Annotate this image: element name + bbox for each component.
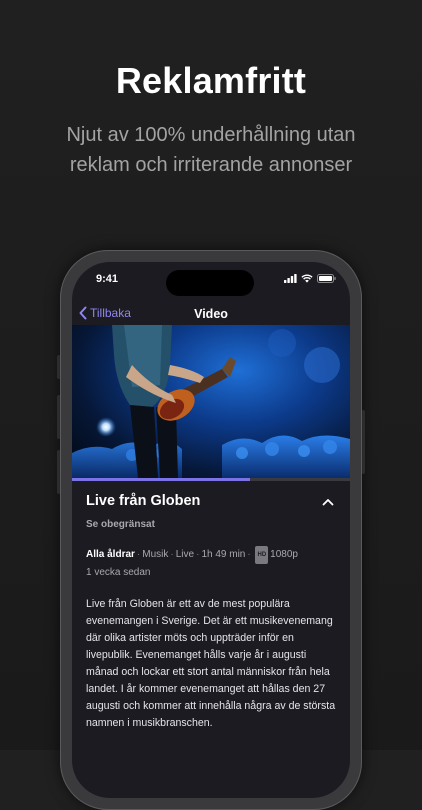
published-label: 1 vecka sedan xyxy=(86,567,151,578)
video-progress-bar[interactable] xyxy=(72,478,350,481)
chevron-up-icon[interactable] xyxy=(320,494,336,510)
hd-icon: HD xyxy=(255,546,269,564)
battery-icon xyxy=(317,274,336,283)
availability-label: Se obegränsat xyxy=(86,519,155,530)
wifi-icon xyxy=(301,274,313,283)
status-time: 9:41 xyxy=(96,273,119,285)
video-player[interactable] xyxy=(72,325,350,478)
phone-screen: 9:41 Tillbaka Video Live från Globen Se … xyxy=(72,262,350,798)
video-thumbnail-image xyxy=(72,325,350,478)
dynamic-island xyxy=(166,270,254,296)
video-title: Live från Globen xyxy=(86,493,201,509)
video-description: Live från Globen är ett av de mest popul… xyxy=(86,598,336,729)
video-progress-fill xyxy=(72,478,250,481)
resolution-label: 1080p xyxy=(270,549,298,560)
promo-headline: Reklamfritt xyxy=(115,60,307,101)
status-bar: 9:41 xyxy=(72,262,350,302)
video-meta: Alla åldrar · Musik · Live · 1h 49 min · HD 1080… xyxy=(86,546,336,582)
title-row: Live från Globen xyxy=(86,492,336,514)
promo-subline: Njut av 100% underhållning utan reklam o… xyxy=(66,124,356,176)
page-title: Video xyxy=(194,307,228,321)
video-details: Live från Globen Se obegränsat Alla åldr… xyxy=(86,492,336,732)
genre-label: Musik xyxy=(142,549,169,560)
status-icons xyxy=(284,274,336,283)
phone-frame: 9:41 Tillbaka Video Live från Globen Se … xyxy=(60,250,362,810)
type-label: Live xyxy=(175,549,195,560)
signal-icon xyxy=(284,274,297,283)
age-rating: Alla åldrar xyxy=(86,549,135,560)
duration-label: 1h 49 min xyxy=(201,549,246,560)
